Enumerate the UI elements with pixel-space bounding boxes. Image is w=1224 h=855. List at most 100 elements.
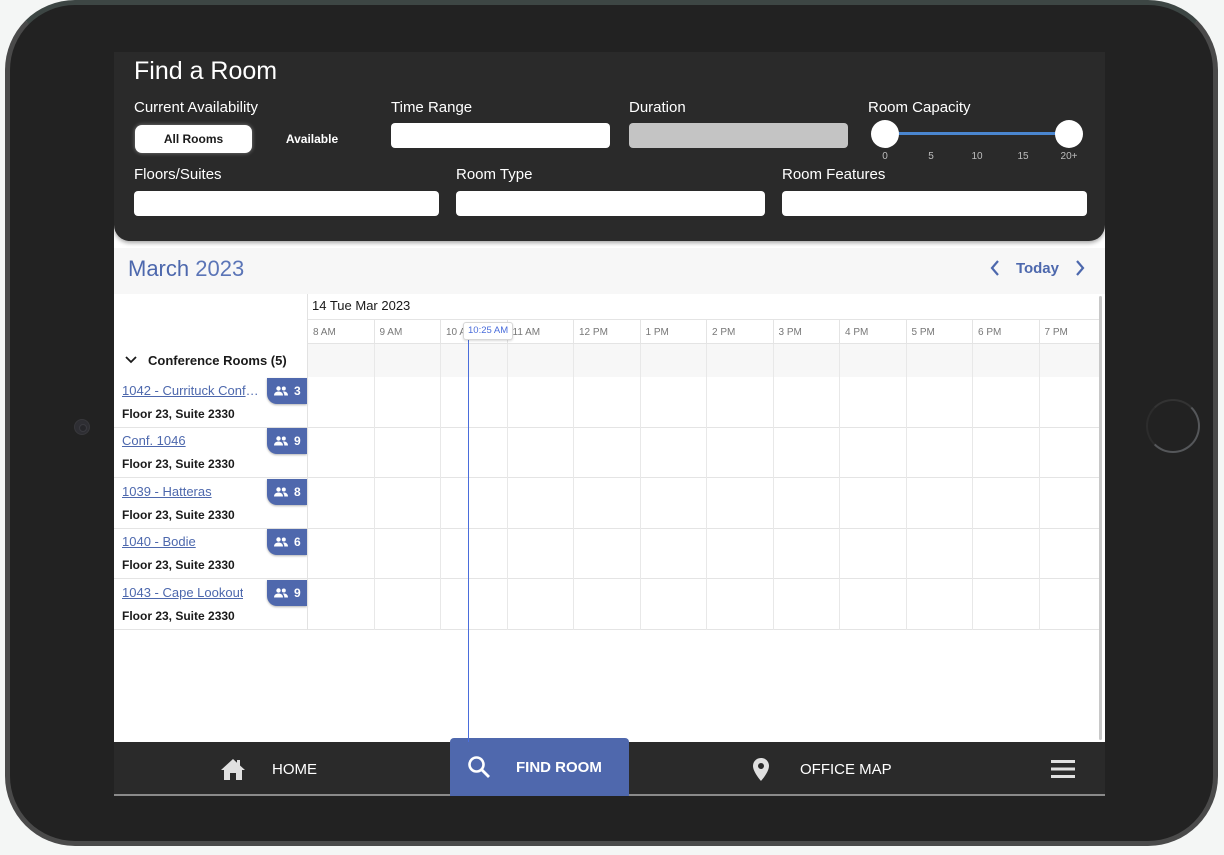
room-name-link[interactable]: 1042 - Currituck Conference Room	[122, 383, 262, 398]
capacity-tick: 20+	[1060, 151, 1078, 162]
calendar-header: March 2023 Today	[114, 248, 1105, 294]
time-range-label: Time Range	[391, 99, 473, 116]
bottom-navigation: HOME FIND ROOM OFFICE MAP	[114, 738, 1105, 796]
room-features-input[interactable]	[782, 191, 1087, 216]
group-header: Conference Rooms (5)	[114, 344, 307, 377]
capacity-badge: 3	[267, 378, 307, 404]
capacity-tick: 10	[971, 151, 983, 162]
nav-office-map[interactable]: OFFICE MAP	[748, 742, 918, 796]
hour-header: 3 PM	[772, 320, 840, 345]
capacity-value: 6	[294, 535, 301, 550]
hour-gridline	[440, 344, 441, 630]
people-icon	[274, 386, 288, 396]
camera-icon	[74, 419, 90, 435]
app-screen: Find a Room Current Availability All Roo…	[114, 52, 1105, 796]
hour-gridline	[573, 344, 574, 630]
room-name-link[interactable]: Conf. 1046	[122, 433, 186, 448]
room-features-label: Room Features	[782, 166, 886, 183]
capacity-slider-track[interactable]	[885, 132, 1069, 135]
capacity-badge: 9	[267, 428, 307, 455]
capacity-value: 9	[294, 585, 301, 600]
year-label: 2023	[195, 256, 245, 281]
room-location: Floor 23, Suite 2330	[122, 558, 235, 573]
hour-header: 9 AM	[373, 320, 441, 345]
room-row: Conf. 1046 Floor 23, Suite 2330 9	[114, 428, 1100, 479]
people-icon	[274, 587, 288, 598]
room-type-label: Room Type	[456, 166, 533, 183]
hour-header: 11 AM	[506, 320, 574, 345]
room-row: 1039 - Hatteras Floor 23, Suite 2330 8	[114, 478, 1100, 529]
hour-gridline	[772, 344, 774, 630]
room-name-link[interactable]: 1040 - Bodie	[122, 534, 196, 549]
people-icon	[274, 537, 288, 547]
current-time-tag: 10:25 AM	[463, 322, 514, 340]
nav-find-room-label: FIND ROOM	[516, 758, 602, 776]
time-range-input[interactable]	[391, 123, 610, 148]
capacity-slider-min-handle[interactable]	[871, 120, 899, 148]
nav-home[interactable]: HOME	[220, 742, 400, 796]
hour-header: 8 AM	[307, 320, 374, 345]
home-icon	[221, 759, 245, 780]
room-location: Floor 23, Suite 2330	[122, 608, 235, 623]
nav-find-room[interactable]: FIND ROOM	[450, 738, 629, 796]
group-row[interactable]: Conference Rooms (5)	[114, 344, 1100, 377]
filter-panel: Find a Room Current Availability All Roo…	[114, 52, 1105, 241]
room-type-input[interactable]	[456, 191, 765, 216]
hour-header: 4 PM	[839, 320, 906, 345]
floors-input[interactable]	[134, 191, 439, 216]
hour-gridline	[373, 344, 375, 630]
room-name-link[interactable]: 1043 - Cape Lookout	[122, 585, 243, 600]
hour-header: 12 PM	[573, 320, 640, 345]
hour-gridline	[839, 344, 840, 630]
capacity-tick: 5	[928, 151, 934, 162]
capacity-badge: 6	[267, 529, 307, 556]
people-icon	[274, 487, 288, 497]
nav-home-label: HOME	[272, 760, 317, 778]
capacity-tick: 15	[1017, 151, 1029, 162]
room-row: 1040 - Bodie Floor 23, Suite 2330 6	[114, 529, 1100, 580]
hamburger-menu-icon[interactable]	[1051, 758, 1075, 780]
map-pin-icon	[753, 758, 769, 781]
date-navigation: Today	[988, 258, 1087, 278]
group-grid-row	[307, 344, 1100, 377]
availability-available-button[interactable]: Available	[262, 125, 362, 153]
capacity-value: 8	[294, 484, 301, 499]
hour-gridline	[905, 344, 907, 630]
hour-gridline	[706, 344, 707, 630]
page-title: Find a Room	[134, 57, 278, 85]
chevron-down-icon[interactable]	[125, 355, 137, 365]
today-button[interactable]: Today	[1016, 260, 1059, 277]
month-label: March	[128, 256, 190, 281]
hour-header: 1 PM	[639, 320, 707, 345]
availability-all-rooms-button[interactable]: All Rooms	[135, 125, 252, 153]
month-year-title: March 2023	[128, 256, 244, 282]
room-location: Floor 23, Suite 2330	[122, 457, 235, 472]
hour-header: 7 PM	[1038, 320, 1106, 345]
room-location: Floor 23, Suite 2330	[122, 407, 235, 421]
hour-gridline	[506, 344, 508, 630]
hour-header: 6 PM	[972, 320, 1039, 345]
chevron-left-icon[interactable]	[988, 258, 1002, 278]
capacity-value: 3	[294, 384, 301, 398]
timeline-grid: 14 Tue Mar 2023 8 AM 9 AM 10 AM 11 AM 12 PM 1…	[114, 294, 1105, 742]
duration-label: Duration	[629, 99, 686, 116]
hour-gridline	[639, 344, 641, 630]
hour-header: 2 PM	[706, 320, 773, 345]
hour-gridline	[1038, 344, 1040, 630]
group-label: Conference Rooms (5)	[148, 353, 287, 368]
capacity-value: 9	[294, 434, 301, 449]
vertical-scrollbar[interactable]	[1099, 296, 1102, 740]
room-name-link[interactable]: 1039 - Hatteras	[122, 484, 212, 499]
date-label: 14 Tue Mar 2023	[312, 298, 411, 313]
availability-label: Current Availability	[134, 99, 258, 116]
tablet-home-button[interactable]	[1146, 399, 1200, 453]
search-icon	[468, 756, 490, 778]
room-row: 1042 - Currituck Conference Room Floor 23…	[114, 378, 1100, 428]
floors-label: Floors/Suites	[134, 166, 222, 183]
current-time-line	[468, 328, 469, 742]
capacity-slider-max-handle[interactable]	[1055, 120, 1083, 148]
capacity-badge: 8	[267, 478, 307, 505]
room-location: Floor 23, Suite 2330	[122, 507, 235, 522]
chevron-right-icon[interactable]	[1073, 258, 1087, 278]
capacity-tick: 0	[882, 151, 888, 162]
